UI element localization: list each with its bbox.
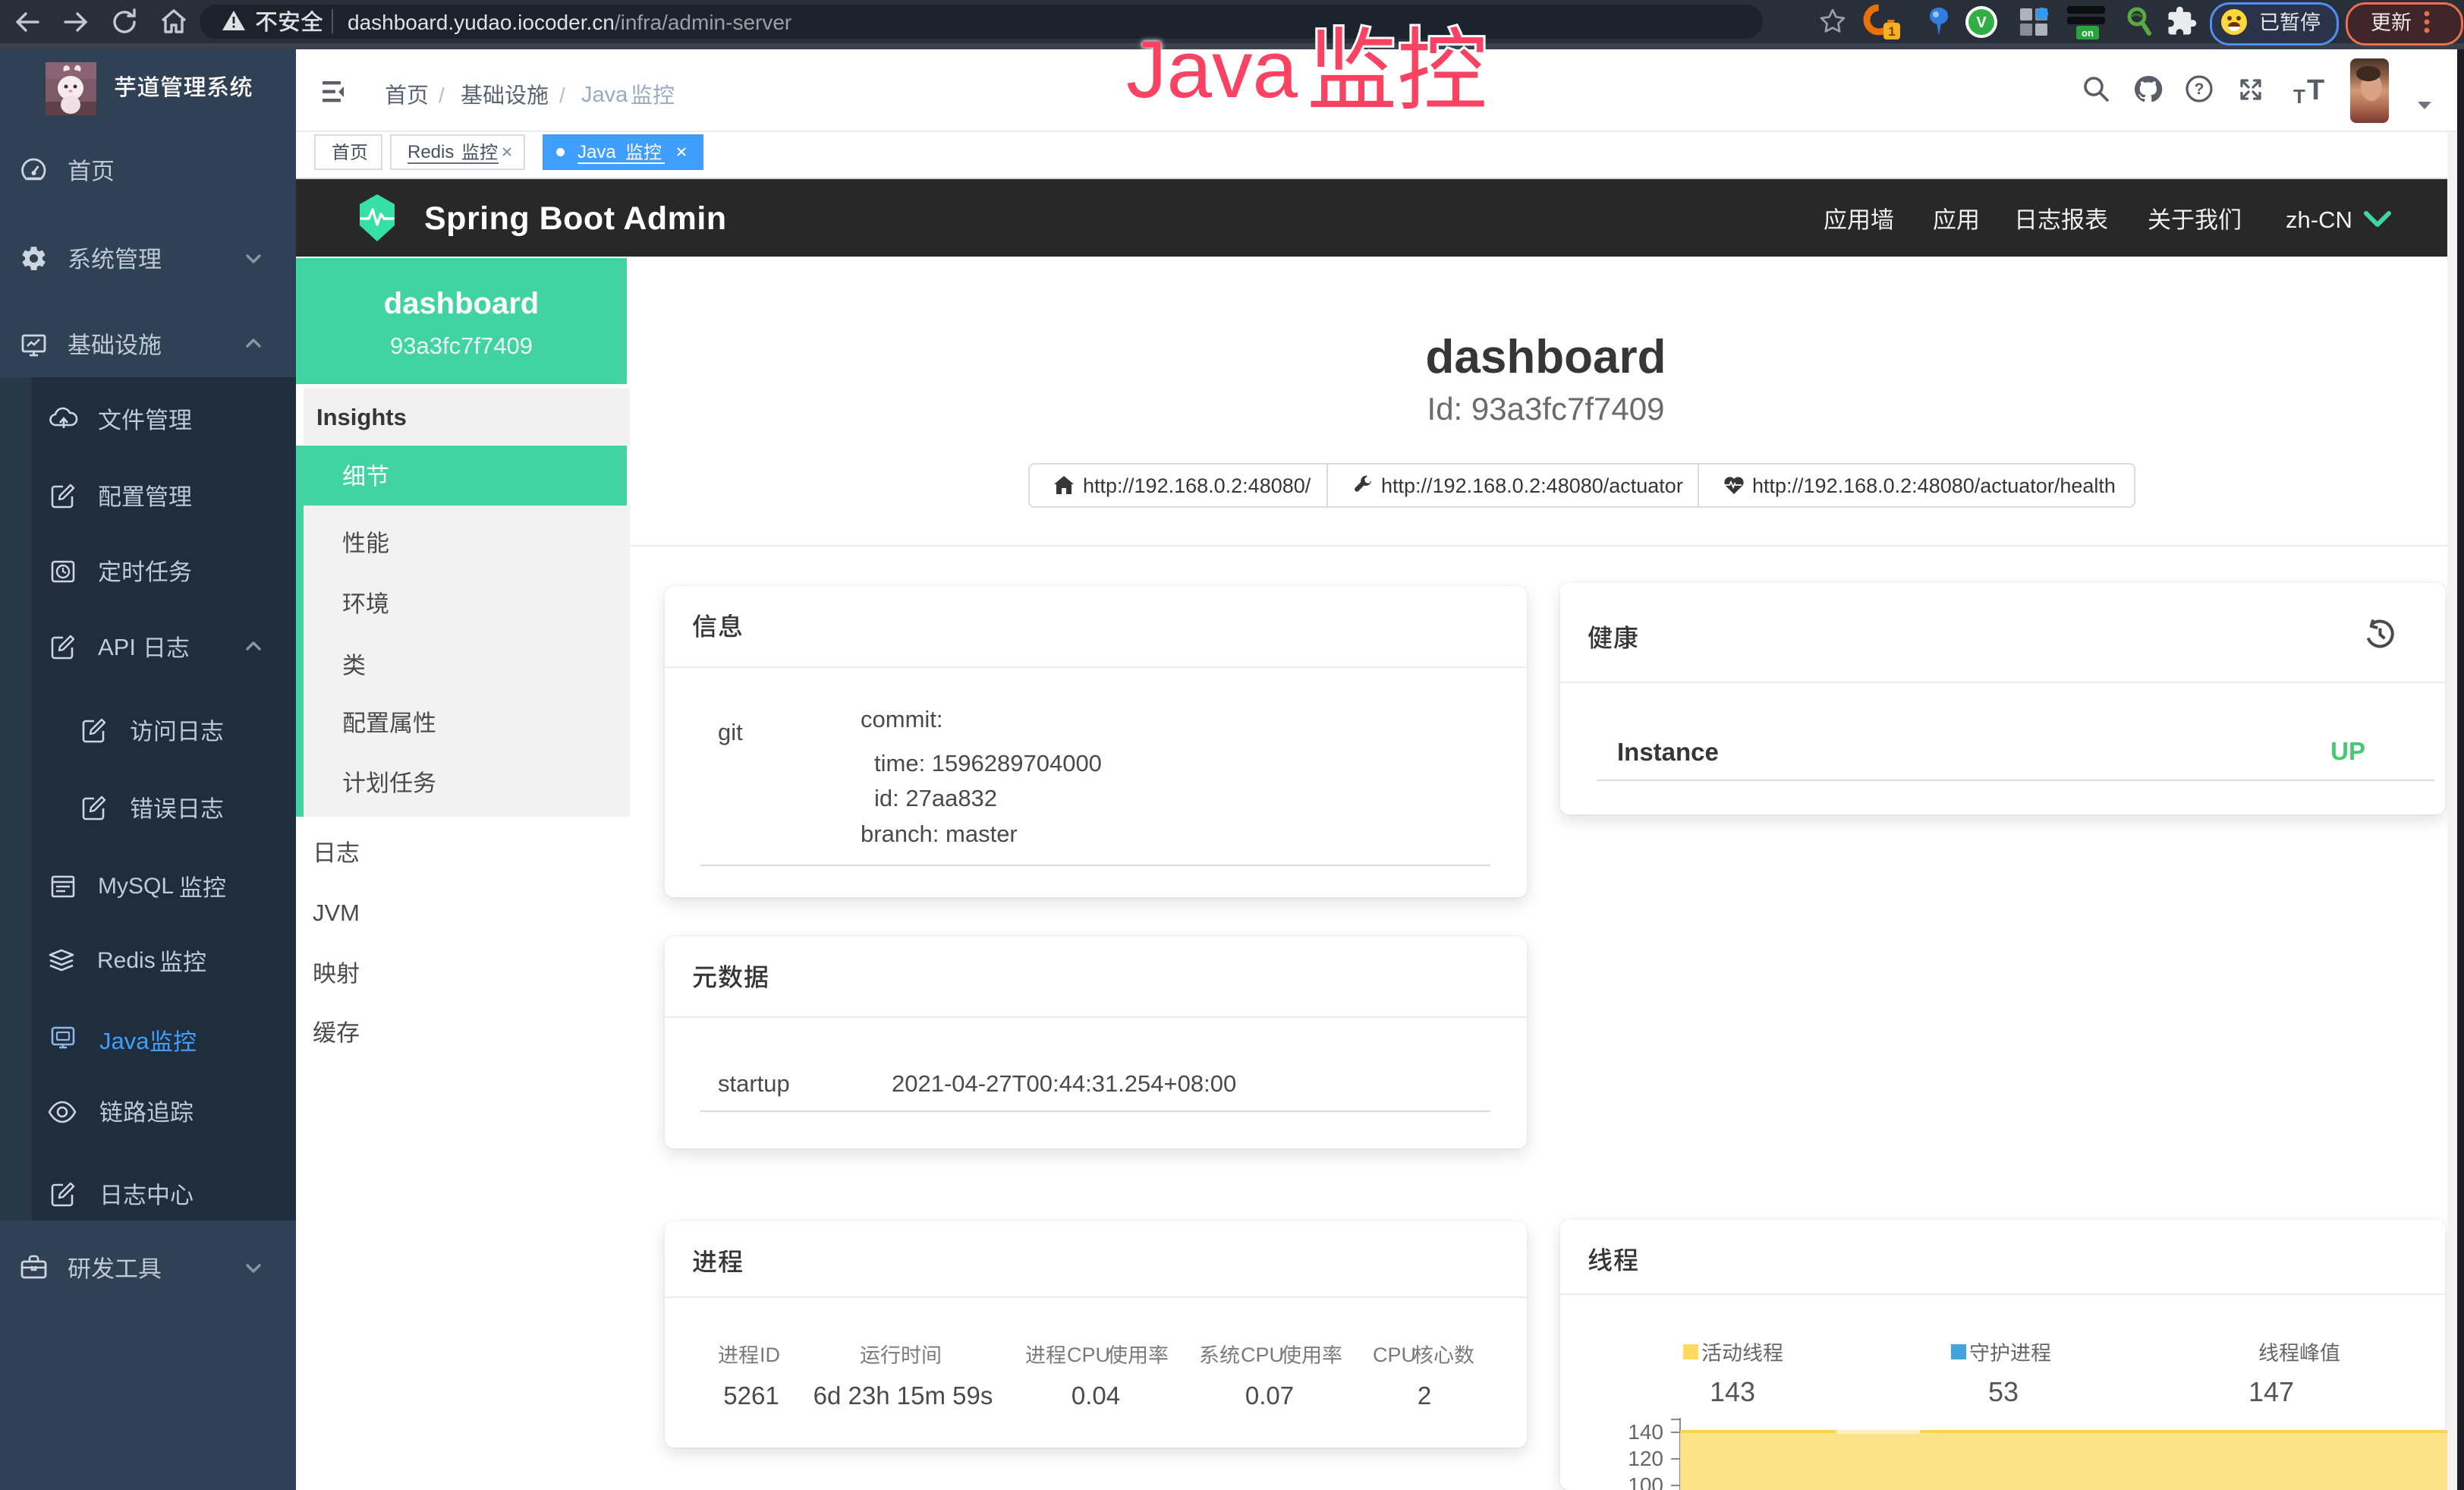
svg-text:?: ? <box>2195 80 2204 98</box>
svg-text:V: V <box>1976 14 1987 31</box>
svg-text:1: 1 <box>1888 24 1895 39</box>
svg-text:on: on <box>2082 27 2094 39</box>
